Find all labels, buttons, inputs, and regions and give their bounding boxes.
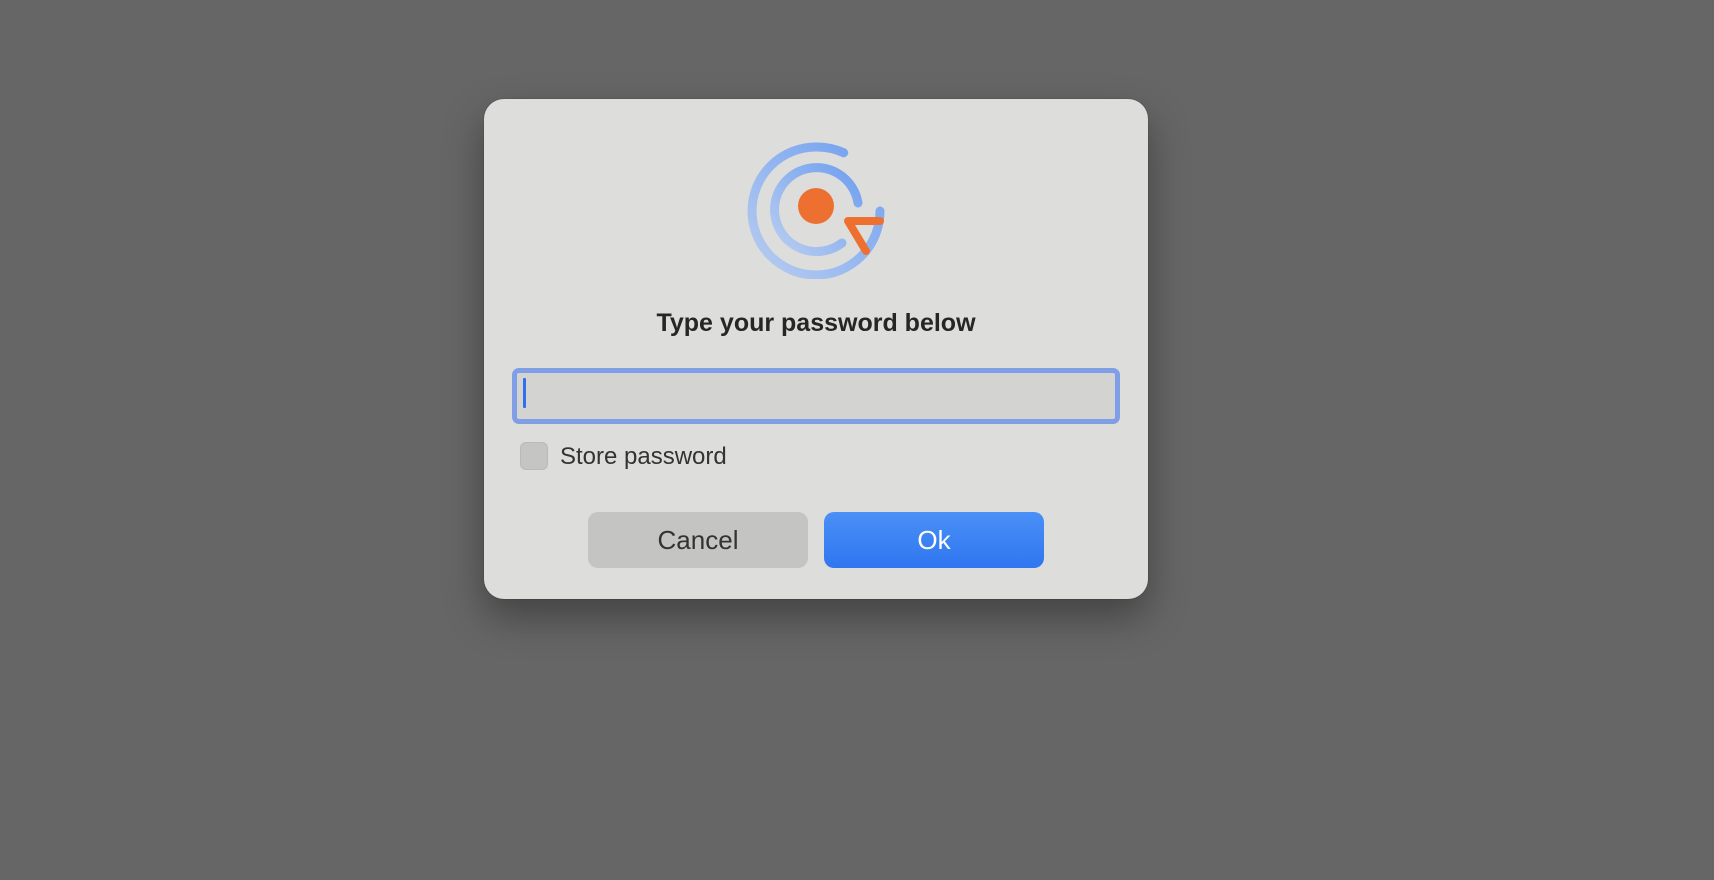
- store-password-checkbox[interactable]: [520, 442, 548, 470]
- dialog-title: Type your password below: [656, 309, 976, 337]
- password-dialog: Type your password below Store password …: [484, 99, 1148, 599]
- ok-button[interactable]: Ok: [824, 512, 1044, 568]
- cancel-button[interactable]: Cancel: [588, 512, 808, 568]
- store-password-label[interactable]: Store password: [560, 443, 727, 471]
- text-caret: [523, 378, 526, 408]
- target-cursor-logo-icon: [746, 139, 886, 280]
- password-input[interactable]: [512, 368, 1120, 424]
